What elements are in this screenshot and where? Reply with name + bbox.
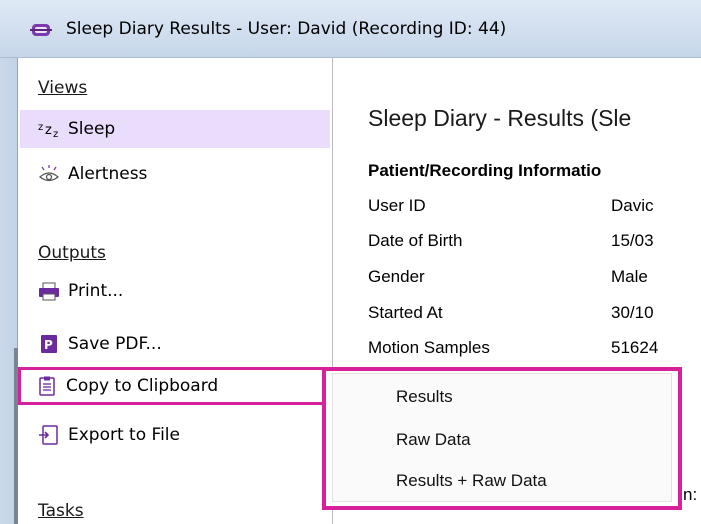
svg-text:z: z (53, 129, 58, 139)
views-section-title: Views (38, 78, 88, 98)
sidebar-item-label: Print... (68, 281, 124, 301)
sidebar-item-label: Sleep (68, 119, 116, 139)
sidebar-item-export-to-file[interactable]: Export to File (20, 416, 330, 454)
export-file-icon (38, 424, 60, 446)
title-bar: Sleep Diary Results - User: David (Recor… (0, 0, 701, 58)
pdf-icon: P (38, 333, 60, 355)
tasks-section-title: Tasks (38, 501, 84, 521)
printer-icon (38, 280, 60, 302)
info-value-user-id: Davic (611, 196, 654, 215)
info-label-motion-samples: Motion Samples (368, 338, 490, 357)
info-value-date-of-birth: 15/03 (611, 231, 654, 250)
info-label-started-at: Started At (368, 303, 443, 322)
info-section-heading: Patient/Recording Informatio (368, 161, 602, 180)
copy-to-clipboard-menu: Results Raw Data Results + Raw Data (322, 367, 682, 510)
app-logo-icon (30, 21, 52, 39)
window-frame (0, 58, 18, 524)
menu-item-raw-data[interactable]: Raw Data (396, 430, 471, 450)
clipboard-icon (36, 375, 58, 397)
sidebar-item-label: Alertness (68, 164, 148, 184)
sidebar-item-label: Export to File (68, 425, 180, 445)
info-label-gender: Gender (368, 267, 425, 286)
sidebar-item-label: Copy to Clipboard (66, 376, 219, 396)
sidebar: Views z z z Sleep Alertness Outputs Prin… (18, 58, 333, 524)
info-label-user-id: User ID (368, 196, 426, 215)
menu-item-results-raw-data[interactable]: Results + Raw Data (396, 471, 547, 491)
outputs-section-title: Outputs (38, 243, 106, 263)
window-title: Sleep Diary Results - User: David (Recor… (66, 19, 507, 39)
info-value-started-at: 30/10 (611, 303, 654, 322)
sidebar-item-alertness[interactable]: Alertness (20, 155, 330, 193)
page-title: Sleep Diary - Results (Sle (368, 105, 632, 131)
sidebar-item-label: Save PDF... (68, 334, 162, 354)
info-value-motion-samples: 51624 (611, 338, 659, 357)
menu-item-results[interactable]: Results (396, 387, 453, 407)
alert-eye-icon (38, 163, 60, 185)
svg-text:z: z (38, 122, 43, 133)
sidebar-item-sleep[interactable]: z z z Sleep (20, 110, 330, 148)
svg-text:P: P (44, 338, 53, 352)
info-label-date-of-birth: Date of Birth (368, 231, 463, 250)
sleep-zzz-icon: z z z (38, 118, 60, 140)
partial-text: n: (683, 485, 698, 504)
info-value-gender: Male (611, 267, 648, 286)
sidebar-item-copy-to-clipboard[interactable]: Copy to Clipboard (18, 367, 327, 405)
sidebar-item-save-pdf[interactable]: P Save PDF... (20, 325, 330, 363)
svg-text:z: z (45, 123, 52, 138)
sidebar-item-print[interactable]: Print... (20, 272, 330, 310)
